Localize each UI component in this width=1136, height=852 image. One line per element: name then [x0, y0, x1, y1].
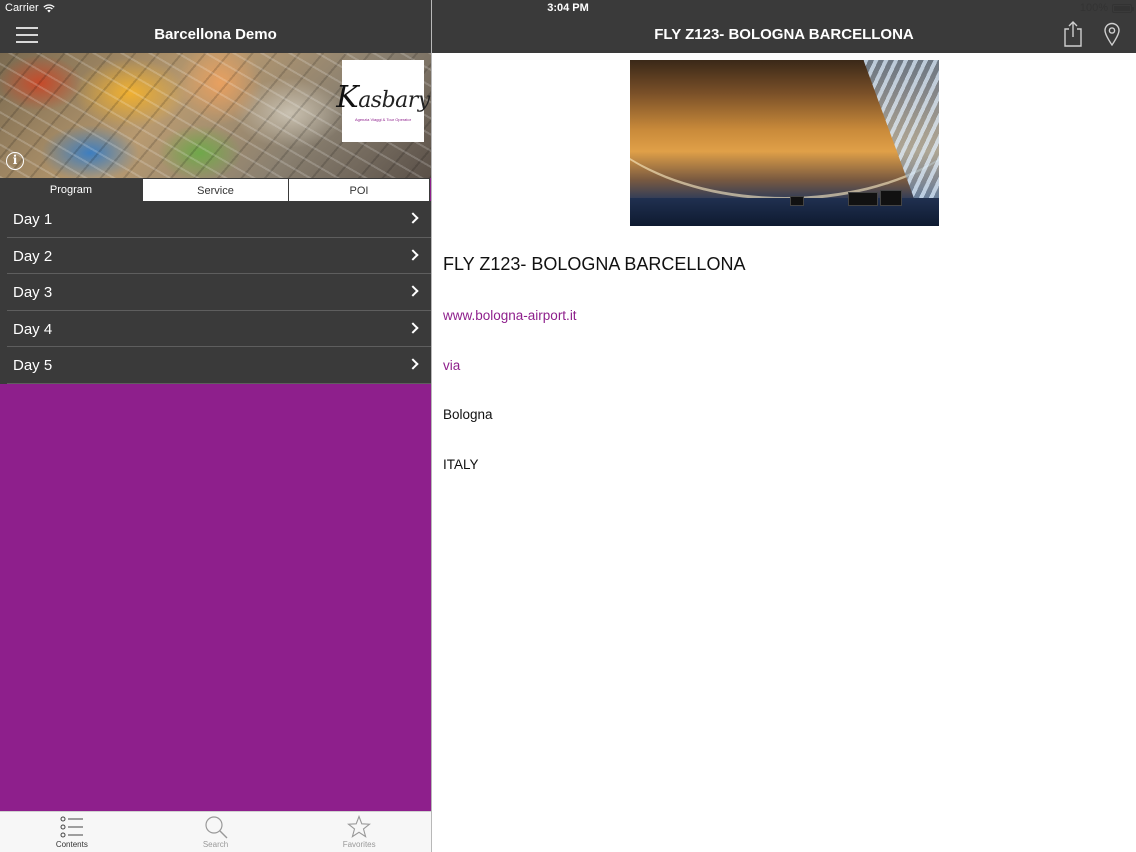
country-text: ITALY — [443, 457, 479, 472]
day-list: Day 1 Day 2 Day 3 Day 4 Day 5 — [0, 201, 431, 384]
battery-percent: 100% — [1079, 2, 1108, 14]
tab-bar: Contents Search Favorites — [0, 811, 431, 852]
map-pin-icon[interactable] — [1103, 22, 1121, 46]
list-icon — [60, 816, 83, 838]
battery-icon — [1112, 3, 1134, 13]
chevron-right-icon — [407, 212, 419, 224]
tab-label: Contents — [55, 840, 88, 849]
list-item-day-4[interactable]: Day 4 — [7, 311, 431, 348]
search-icon — [204, 816, 227, 839]
website-link[interactable]: www.bologna-airport.it — [443, 308, 577, 323]
list-item-day-1[interactable]: Day 1 — [7, 201, 431, 238]
list-item-label: Day 5 — [13, 357, 53, 375]
airport-photo — [630, 60, 939, 226]
list-item-label: Day 1 — [13, 211, 53, 228]
share-icon[interactable] — [1063, 21, 1083, 47]
chevron-right-icon — [407, 248, 419, 261]
sidebar: Barcellona Demo Kasbary Agenzia Viaggi &… — [0, 0, 431, 852]
tab-label: Favorites — [342, 840, 376, 849]
detail-nav-title: FLY Z123- BOLOGNA BARCELLONA — [654, 26, 914, 43]
status-right: 100% — [1079, 2, 1134, 14]
sidebar-title: Barcellona Demo — [154, 26, 277, 43]
chevron-right-icon — [407, 358, 419, 371]
list-item-day-2[interactable]: Day 2 — [7, 238, 431, 275]
logo-wordmark: Kasbary — [336, 80, 430, 115]
chevron-right-icon — [407, 285, 419, 297]
logo-subtitle: Agenzia Viaggi & Tour Operator — [354, 117, 412, 122]
star-icon — [347, 815, 372, 838]
header-banner-image: Kasbary Agenzia Viaggi & Tour Operator i — [0, 53, 431, 178]
segment-poi[interactable]: POI — [288, 178, 430, 202]
tab-label: Search — [202, 840, 229, 849]
detail-pane: FLY Z123- BOLOGNA BARCELLONA FLY Z123- B… — [432, 0, 1136, 852]
segmented-control: Program Service POI — [0, 178, 431, 202]
tab-favorites[interactable]: Favorites — [287, 812, 431, 852]
detail-headline: FLY Z123- BOLOGNA BARCELLONA — [443, 254, 746, 274]
split-divider — [431, 0, 432, 852]
status-time: 3:04 PM — [547, 2, 589, 14]
list-item-label: Day 2 — [13, 247, 53, 265]
tab-search[interactable]: Search — [144, 812, 288, 852]
tab-contents[interactable]: Contents — [0, 812, 144, 852]
city-text: Bologna — [443, 407, 493, 422]
status-bar: Carrier 3:04 PM 100% — [0, 0, 1136, 17]
segment-program[interactable]: Program — [0, 178, 142, 202]
info-icon[interactable]: i — [6, 152, 24, 170]
list-item-label: Day 4 — [13, 320, 53, 338]
list-item-label: Day 3 — [13, 284, 53, 302]
segment-service[interactable]: Service — [142, 178, 289, 202]
kasbary-logo: Kasbary Agenzia Viaggi & Tour Operator — [336, 60, 430, 142]
list-item-day-3[interactable]: Day 3 — [7, 274, 431, 311]
list-item-day-5[interactable]: Day 5 — [7, 347, 431, 384]
address-link[interactable]: via — [443, 358, 460, 373]
chevron-right-icon — [407, 322, 419, 334]
